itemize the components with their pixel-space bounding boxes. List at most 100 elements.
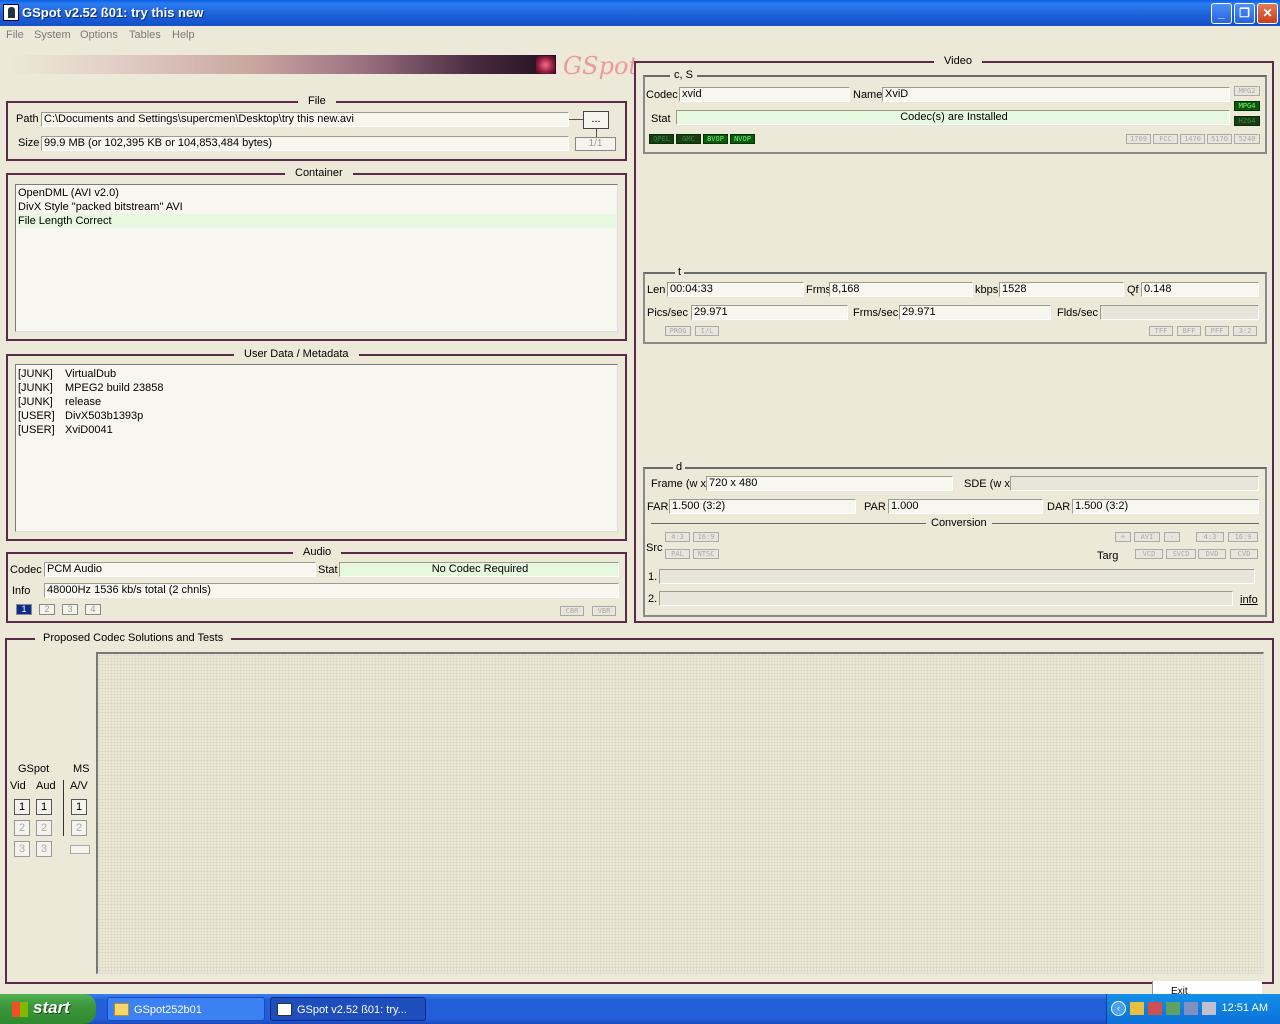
vbr-indicator: VBR: [592, 606, 616, 616]
tray-app-icon[interactable]: [1166, 1002, 1180, 1015]
targ-label: Targ: [1097, 550, 1119, 562]
menu-options[interactable]: Options: [80, 29, 118, 41]
frms-field: 8,168: [829, 282, 973, 297]
par-label: PAR: [864, 501, 886, 513]
clock[interactable]: 12:51 AM: [1222, 1002, 1268, 1014]
targ-plus[interactable]: +: [1115, 532, 1131, 542]
targ-svcd[interactable]: SVCD: [1166, 549, 1196, 559]
src-ntsc[interactable]: NTSC: [693, 549, 719, 559]
tray-app-icon[interactable]: [1130, 1002, 1144, 1015]
sde-label: SDE (w x: [964, 478, 1010, 490]
vid-label: Vid: [10, 780, 26, 792]
far-field: 1.500 (3:2): [669, 499, 856, 514]
path-field[interactable]: C:\Documents and Settings\supercmen\Desk…: [41, 112, 569, 127]
flds-label: Flds/sec: [1057, 307, 1098, 319]
close-button[interactable]: ✕: [1257, 3, 1278, 24]
av-test-2[interactable]: 2: [71, 820, 87, 836]
ms-col-label: MS: [73, 763, 90, 775]
pics-label: Pics/sec: [647, 307, 688, 319]
tray-app-icon[interactable]: [1148, 1002, 1162, 1015]
qpel-indicator: QPEL: [649, 134, 674, 144]
taskbar-item-label: GSpot v2.52 ß01: try...: [297, 1004, 407, 1016]
volume-icon[interactable]: [1184, 1002, 1198, 1015]
menu-system[interactable]: System: [34, 29, 71, 41]
frmsec-field: 29.971: [899, 305, 1051, 320]
frame-label: Frame (w x: [651, 478, 706, 490]
minimize-button[interactable]: _: [1211, 3, 1232, 24]
targ-16-9[interactable]: 16:9: [1228, 532, 1258, 542]
container-panel: Container OpenDML (AVI v2.0) DivX Style …: [6, 166, 627, 341]
maximize-button[interactable]: ❐: [1234, 3, 1255, 24]
menu-file[interactable]: File: [6, 29, 24, 41]
aud-test-2[interactable]: 2: [36, 820, 52, 836]
audio-track-3[interactable]: 3: [62, 604, 78, 615]
src-4-3[interactable]: 4:3: [665, 532, 690, 542]
audio-track-1[interactable]: 1: [16, 604, 32, 615]
metadata-panel: User Data / Metadata [JUNK] VirtualDub [J…: [6, 347, 627, 541]
video-name-label: Name: [853, 89, 883, 101]
targ-4-3[interactable]: 4:3: [1196, 532, 1224, 542]
av-label: A/V: [70, 780, 88, 792]
browse-button[interactable]: ...: [583, 111, 609, 129]
targ-vcd[interactable]: VCD: [1135, 549, 1163, 559]
menu-tables[interactable]: Tables: [129, 29, 161, 41]
av-test-bar[interactable]: [70, 845, 90, 854]
meta-tag: [JUNK]: [18, 368, 53, 380]
taskbar: start GSpot252b01 GSpot v2.52 ß01: try..…: [0, 994, 1280, 1024]
network-icon[interactable]: [1202, 1002, 1216, 1015]
pff-indicator: PFF: [1205, 326, 1229, 336]
vid-test-2[interactable]: 2: [14, 820, 30, 836]
fourcc-tag: 1709: [1126, 134, 1151, 144]
pics-field: 29.971: [691, 305, 848, 320]
audio-track-2[interactable]: 2: [39, 604, 55, 615]
audio-stat-label: Stat: [318, 564, 338, 576]
targ-cvd[interactable]: CVD: [1230, 549, 1258, 559]
fourcc-tag: 1470: [1180, 134, 1205, 144]
kbps-label: kbps: [975, 284, 999, 296]
aud-test-1[interactable]: 1: [36, 799, 52, 815]
fourcc-tag: 5170: [1207, 134, 1232, 144]
tray-expand-icon[interactable]: ‹: [1111, 1001, 1126, 1016]
title-bar[interactable]: GSpot v2.52 ß01: try this new _ ❐ ✕: [0, 0, 1280, 26]
info-link[interactable]: info: [1240, 594, 1258, 606]
mpg4-indicator: MPG4: [1234, 101, 1260, 111]
app-icon[interactable]: [3, 4, 19, 21]
aud-label: Aud: [36, 780, 56, 792]
aud-test-3[interactable]: 3: [36, 841, 52, 857]
meta-tag: [JUNK]: [18, 396, 53, 408]
dar-field: 1.500 (3:2): [1072, 499, 1259, 514]
len-label: Len: [647, 284, 666, 296]
connector-line: [569, 119, 583, 120]
qf-field: 0.148: [1141, 282, 1259, 297]
src-16-9[interactable]: 16:9: [693, 532, 719, 542]
start-button[interactable]: start: [0, 994, 96, 1024]
video-name-field: XviD: [882, 87, 1230, 102]
vid-test-1[interactable]: 1: [14, 799, 30, 815]
meta-tag: [USER]: [18, 410, 55, 422]
menu-bar: File System Options Tables Help: [0, 26, 1280, 45]
list-item: File Length Correct: [17, 214, 616, 228]
nvop-indicator: NVOP: [730, 134, 755, 144]
list-item: OpenDML (AVI v2.0): [18, 187, 119, 199]
file-count-button[interactable]: 1/1: [575, 137, 616, 151]
targ-dvd[interactable]: DVD: [1198, 549, 1226, 559]
len-field: 00:04:33: [667, 282, 804, 297]
dimensions-sub-legend: d: [673, 460, 686, 474]
targ-minus[interactable]: -: [1164, 532, 1180, 542]
gspot-col-label: GSpot: [18, 763, 50, 775]
taskbar-item-gspot[interactable]: GSpot v2.52 ß01: try...: [270, 997, 426, 1021]
targ-avi[interactable]: AVI: [1134, 532, 1160, 542]
flds-field: [1100, 305, 1259, 320]
audio-track-4[interactable]: 4: [85, 604, 101, 615]
src-pal[interactable]: PAL: [665, 549, 690, 559]
av-test-1[interactable]: 1: [71, 799, 87, 815]
timing-subpanel: t Len 00:04:33 Frms 8,168 kbps 1528 Qf 0…: [643, 265, 1267, 344]
folder-icon: [114, 1003, 129, 1016]
gmc-indicator: GMC: [676, 134, 701, 144]
vid-test-3[interactable]: 3: [14, 841, 30, 857]
menu-help[interactable]: Help: [172, 29, 195, 41]
container-legend: Container: [285, 166, 353, 180]
taskbar-item-folder[interactable]: GSpot252b01: [107, 997, 265, 1021]
interlace-indicator: I/L: [695, 326, 719, 336]
audio-codec-label: Codec: [10, 564, 42, 576]
